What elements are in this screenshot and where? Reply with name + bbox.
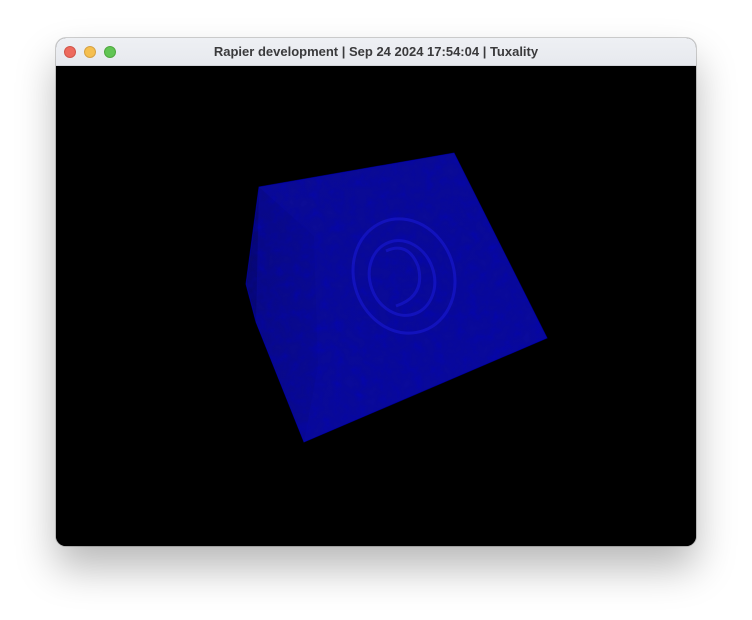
render-viewport[interactable] xyxy=(56,66,696,546)
window-title: Rapier development | Sep 24 2024 17:54:0… xyxy=(213,44,539,59)
scene-canvas xyxy=(56,66,696,546)
title-bar[interactable]: Rapier development | Sep 24 2024 17:54:0… xyxy=(56,38,696,66)
app-window: Rapier development | Sep 24 2024 17:54:0… xyxy=(56,38,696,546)
